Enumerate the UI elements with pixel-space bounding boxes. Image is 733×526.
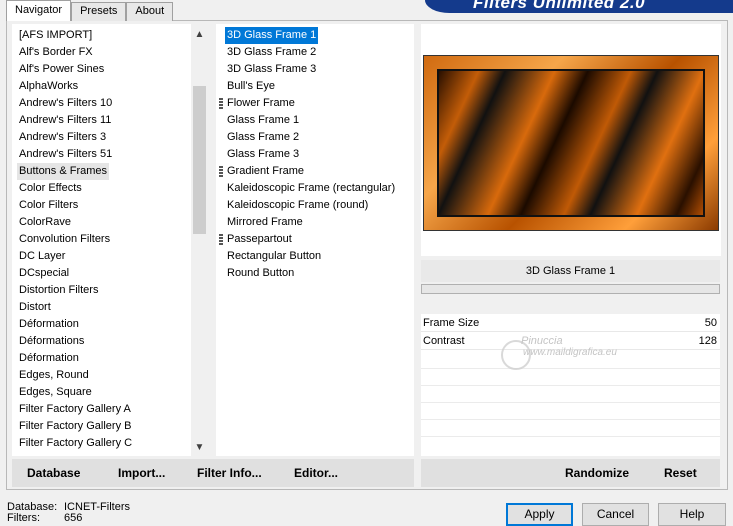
category-item[interactable]: Filter Factory Gallery A xyxy=(19,401,131,418)
filter-item[interactable]: Rectangular Button xyxy=(227,248,321,265)
category-item[interactable]: Alf's Power Sines xyxy=(19,61,104,78)
filter-info-button[interactable]: Filter Info... xyxy=(197,466,262,480)
param-value: 50 xyxy=(704,317,717,329)
category-item[interactable]: Distort xyxy=(19,299,51,316)
filters-label: Filters: xyxy=(7,512,40,524)
preview-pane xyxy=(421,24,721,256)
tab-navigator[interactable]: Navigator xyxy=(6,0,72,21)
group-marker-icon xyxy=(219,98,223,109)
category-item[interactable]: AlphaWorks xyxy=(19,78,78,95)
watermark: Pinuccia www.maildigrafica.eu xyxy=(483,335,617,359)
divider xyxy=(421,419,720,420)
tab-about[interactable]: About xyxy=(126,2,174,21)
apply-button[interactable]: Apply xyxy=(506,503,573,526)
preview-image xyxy=(423,55,719,231)
filter-item[interactable]: Gradient Frame xyxy=(227,163,304,180)
category-item[interactable]: Convolution Filters xyxy=(19,231,110,248)
category-item[interactable]: Déformations xyxy=(19,333,84,350)
editor-button[interactable]: Editor... xyxy=(294,466,338,480)
title-banner: Filters Unlimited 2.0 xyxy=(425,0,733,13)
progress-bar xyxy=(421,284,720,294)
category-item[interactable]: Distortion Filters xyxy=(19,282,98,299)
filter-item[interactable]: Glass Frame 1 xyxy=(227,112,299,129)
watermark-name: Pinuccia xyxy=(521,335,563,347)
left-button-bar: Database Import... Filter Info... Editor… xyxy=(12,459,414,487)
filter-item[interactable]: 3D Glass Frame 1 xyxy=(225,27,319,44)
param-label: Contrast xyxy=(423,335,465,347)
category-item[interactable]: Déformation xyxy=(19,350,79,367)
filter-item[interactable]: Bull's Eye xyxy=(227,78,275,95)
category-item[interactable]: DC Layer xyxy=(19,248,65,265)
category-item[interactable]: Edges, Square xyxy=(19,384,92,401)
divider xyxy=(421,385,720,386)
preview-frame-inner xyxy=(437,69,705,217)
filter-name-label: 3D Glass Frame 1 xyxy=(421,260,720,282)
banner-title: Filters Unlimited 2.0 xyxy=(473,0,646,12)
filters-value: 656 xyxy=(64,512,83,524)
reset-button[interactable]: Reset xyxy=(664,466,697,480)
filter-item[interactable]: 3D Glass Frame 3 xyxy=(227,61,316,78)
scroll-up-icon[interactable]: ▲ xyxy=(191,26,208,43)
scroll-down-icon[interactable]: ▼ xyxy=(191,439,208,456)
right-button-bar: Randomize Reset xyxy=(421,459,720,487)
filter-item[interactable]: Mirrored Frame xyxy=(227,214,303,231)
filter-item[interactable]: Kaleidoscopic Frame (rectangular) xyxy=(227,180,395,197)
watermark-url: www.maildigrafica.eu xyxy=(523,347,617,358)
filter-item[interactable]: Flower Frame xyxy=(227,95,295,112)
param-frame-size[interactable]: Frame Size 50 xyxy=(421,315,720,332)
category-item[interactable]: Andrew's Filters 51 xyxy=(19,146,112,163)
category-item[interactable]: Andrew's Filters 3 xyxy=(19,129,106,146)
category-item[interactable]: Color Effects xyxy=(19,180,82,197)
status-area: Database: ICNET-Filters Filters: 656 xyxy=(7,502,130,524)
category-item[interactable]: ColorRave xyxy=(19,214,71,231)
category-list[interactable]: [AFS IMPORT] Alf's Border FX Alf's Power S… xyxy=(12,24,208,456)
filter-item[interactable]: Glass Frame 3 xyxy=(227,146,299,163)
category-item[interactable]: Alf's Border FX xyxy=(19,44,93,61)
category-item[interactable]: Color Filters xyxy=(19,197,78,214)
filter-list[interactable]: 3D Glass Frame 1 3D Glass Frame 2 3D Glass… xyxy=(216,24,414,456)
category-item[interactable]: [AFS IMPORT] xyxy=(19,27,92,44)
param-label: Frame Size xyxy=(423,317,480,329)
group-marker-icon xyxy=(219,234,223,245)
filter-item[interactable]: Glass Frame 2 xyxy=(227,129,299,146)
scroll-thumb[interactable] xyxy=(193,86,206,234)
category-scrollbar[interactable]: ▲ ▼ xyxy=(191,24,208,456)
import-button[interactable]: Import... xyxy=(118,466,165,480)
parameter-panel: Frame Size 50 Contrast 128 Pinuccia www.… xyxy=(421,314,720,456)
divider xyxy=(421,436,720,437)
divider xyxy=(421,368,720,369)
param-value: 128 xyxy=(698,335,717,347)
filter-item[interactable]: Passepartout xyxy=(227,231,292,248)
category-item[interactable]: DCspecial xyxy=(19,265,69,282)
category-item[interactable]: Andrew's Filters 11 xyxy=(19,112,111,129)
database-button[interactable]: Database xyxy=(27,466,80,480)
filter-item[interactable]: Kaleidoscopic Frame (round) xyxy=(227,197,368,214)
help-button[interactable]: Help xyxy=(658,503,726,526)
filter-item[interactable]: 3D Glass Frame 2 xyxy=(227,44,316,61)
group-marker-icon xyxy=(219,166,223,177)
category-item[interactable]: Edges, Round xyxy=(19,367,89,384)
category-item[interactable]: Filter Factory Gallery C xyxy=(19,435,132,452)
tab-presets[interactable]: Presets xyxy=(71,2,127,21)
divider xyxy=(421,402,720,403)
category-item[interactable]: Filter Factory Gallery B xyxy=(19,418,131,435)
category-item[interactable]: Andrew's Filters 10 xyxy=(19,95,112,112)
category-item[interactable]: Buttons & Frames xyxy=(17,163,110,180)
tab-bar: Navigator Presets About xyxy=(6,0,174,21)
randomize-button[interactable]: Randomize xyxy=(565,466,629,480)
filter-item[interactable]: Round Button xyxy=(227,265,294,282)
category-item[interactable]: Déformation xyxy=(19,316,79,333)
cancel-button[interactable]: Cancel xyxy=(582,503,649,526)
